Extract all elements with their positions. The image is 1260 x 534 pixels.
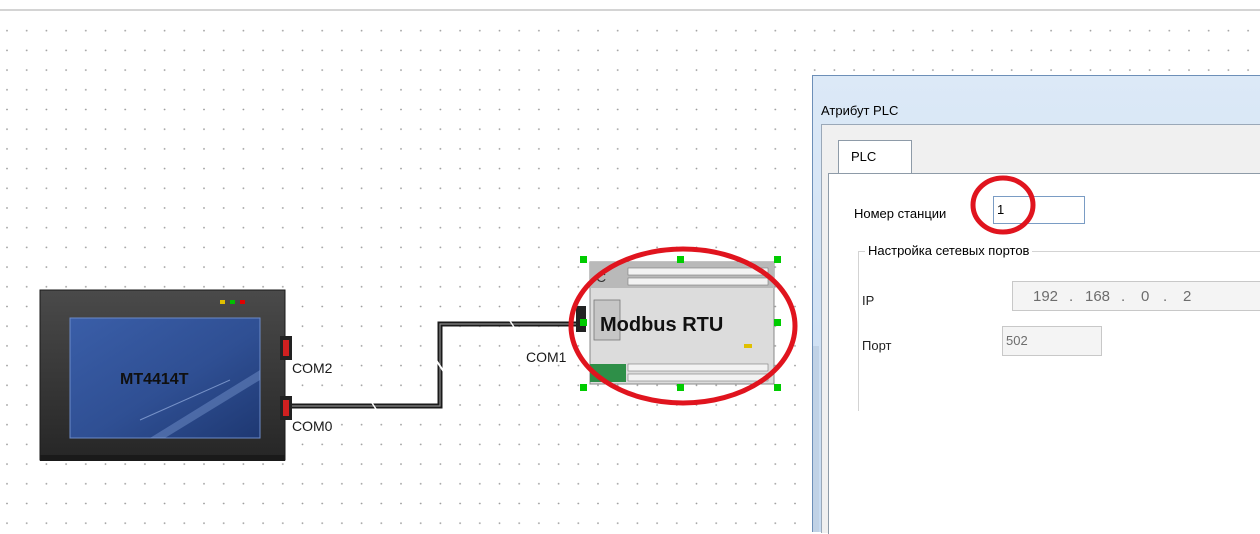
- station-highlight-circle: [970, 175, 1036, 235]
- station-highlight-overlay: [970, 175, 1036, 235]
